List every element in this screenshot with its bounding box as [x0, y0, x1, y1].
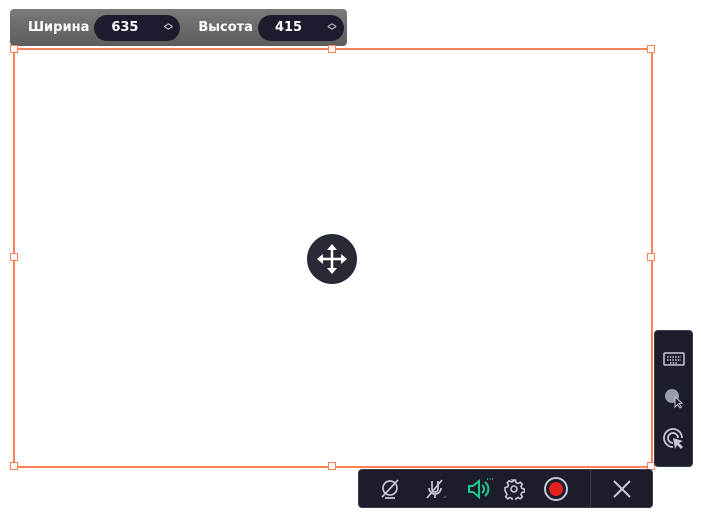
close-icon[interactable] [611, 478, 633, 500]
resize-handle-w[interactable] [10, 253, 18, 261]
resize-handle-e[interactable] [647, 253, 655, 261]
toolbar-divider [590, 470, 591, 507]
resize-handle-n[interactable] [328, 45, 336, 53]
move-handle[interactable] [307, 234, 357, 284]
click-effect-icon[interactable] [663, 428, 685, 450]
resize-handle-nw[interactable] [10, 45, 18, 53]
height-value[interactable]: 415 [275, 20, 320, 35]
microphone-off-icon[interactable] [424, 478, 446, 500]
resize-handle-sw[interactable] [10, 462, 18, 470]
resize-handle-ne[interactable] [647, 45, 655, 53]
move-arrows-icon [317, 244, 347, 274]
record-button[interactable] [543, 476, 569, 502]
height-spinner[interactable]: 415 ︿ ﹀ [257, 14, 344, 41]
height-label: Высота [198, 20, 253, 35]
settings-icon[interactable] [503, 478, 525, 500]
capture-size-bar: Ширина 635 ︿ ﹀ Высота 415 ︿ ﹀ [10, 9, 347, 46]
cursor-highlight-icon[interactable] [663, 387, 685, 409]
width-spinner[interactable]: 635 ︿ ﹀ [94, 14, 181, 41]
effects-panel [654, 330, 693, 467]
webcam-off-icon[interactable] [379, 478, 401, 500]
width-label: Ширина [28, 20, 90, 35]
resize-handle-s[interactable] [328, 462, 336, 470]
up-down-arrows-icon[interactable]: ︿ ﹀ [156, 19, 180, 36]
system-audio-icon[interactable] [467, 478, 493, 500]
width-value[interactable]: 635 [111, 20, 156, 35]
recording-toolbar [358, 469, 653, 508]
up-down-arrows-icon[interactable]: ︿ ﹀ [320, 19, 344, 36]
keyboard-icon[interactable] [663, 348, 685, 370]
